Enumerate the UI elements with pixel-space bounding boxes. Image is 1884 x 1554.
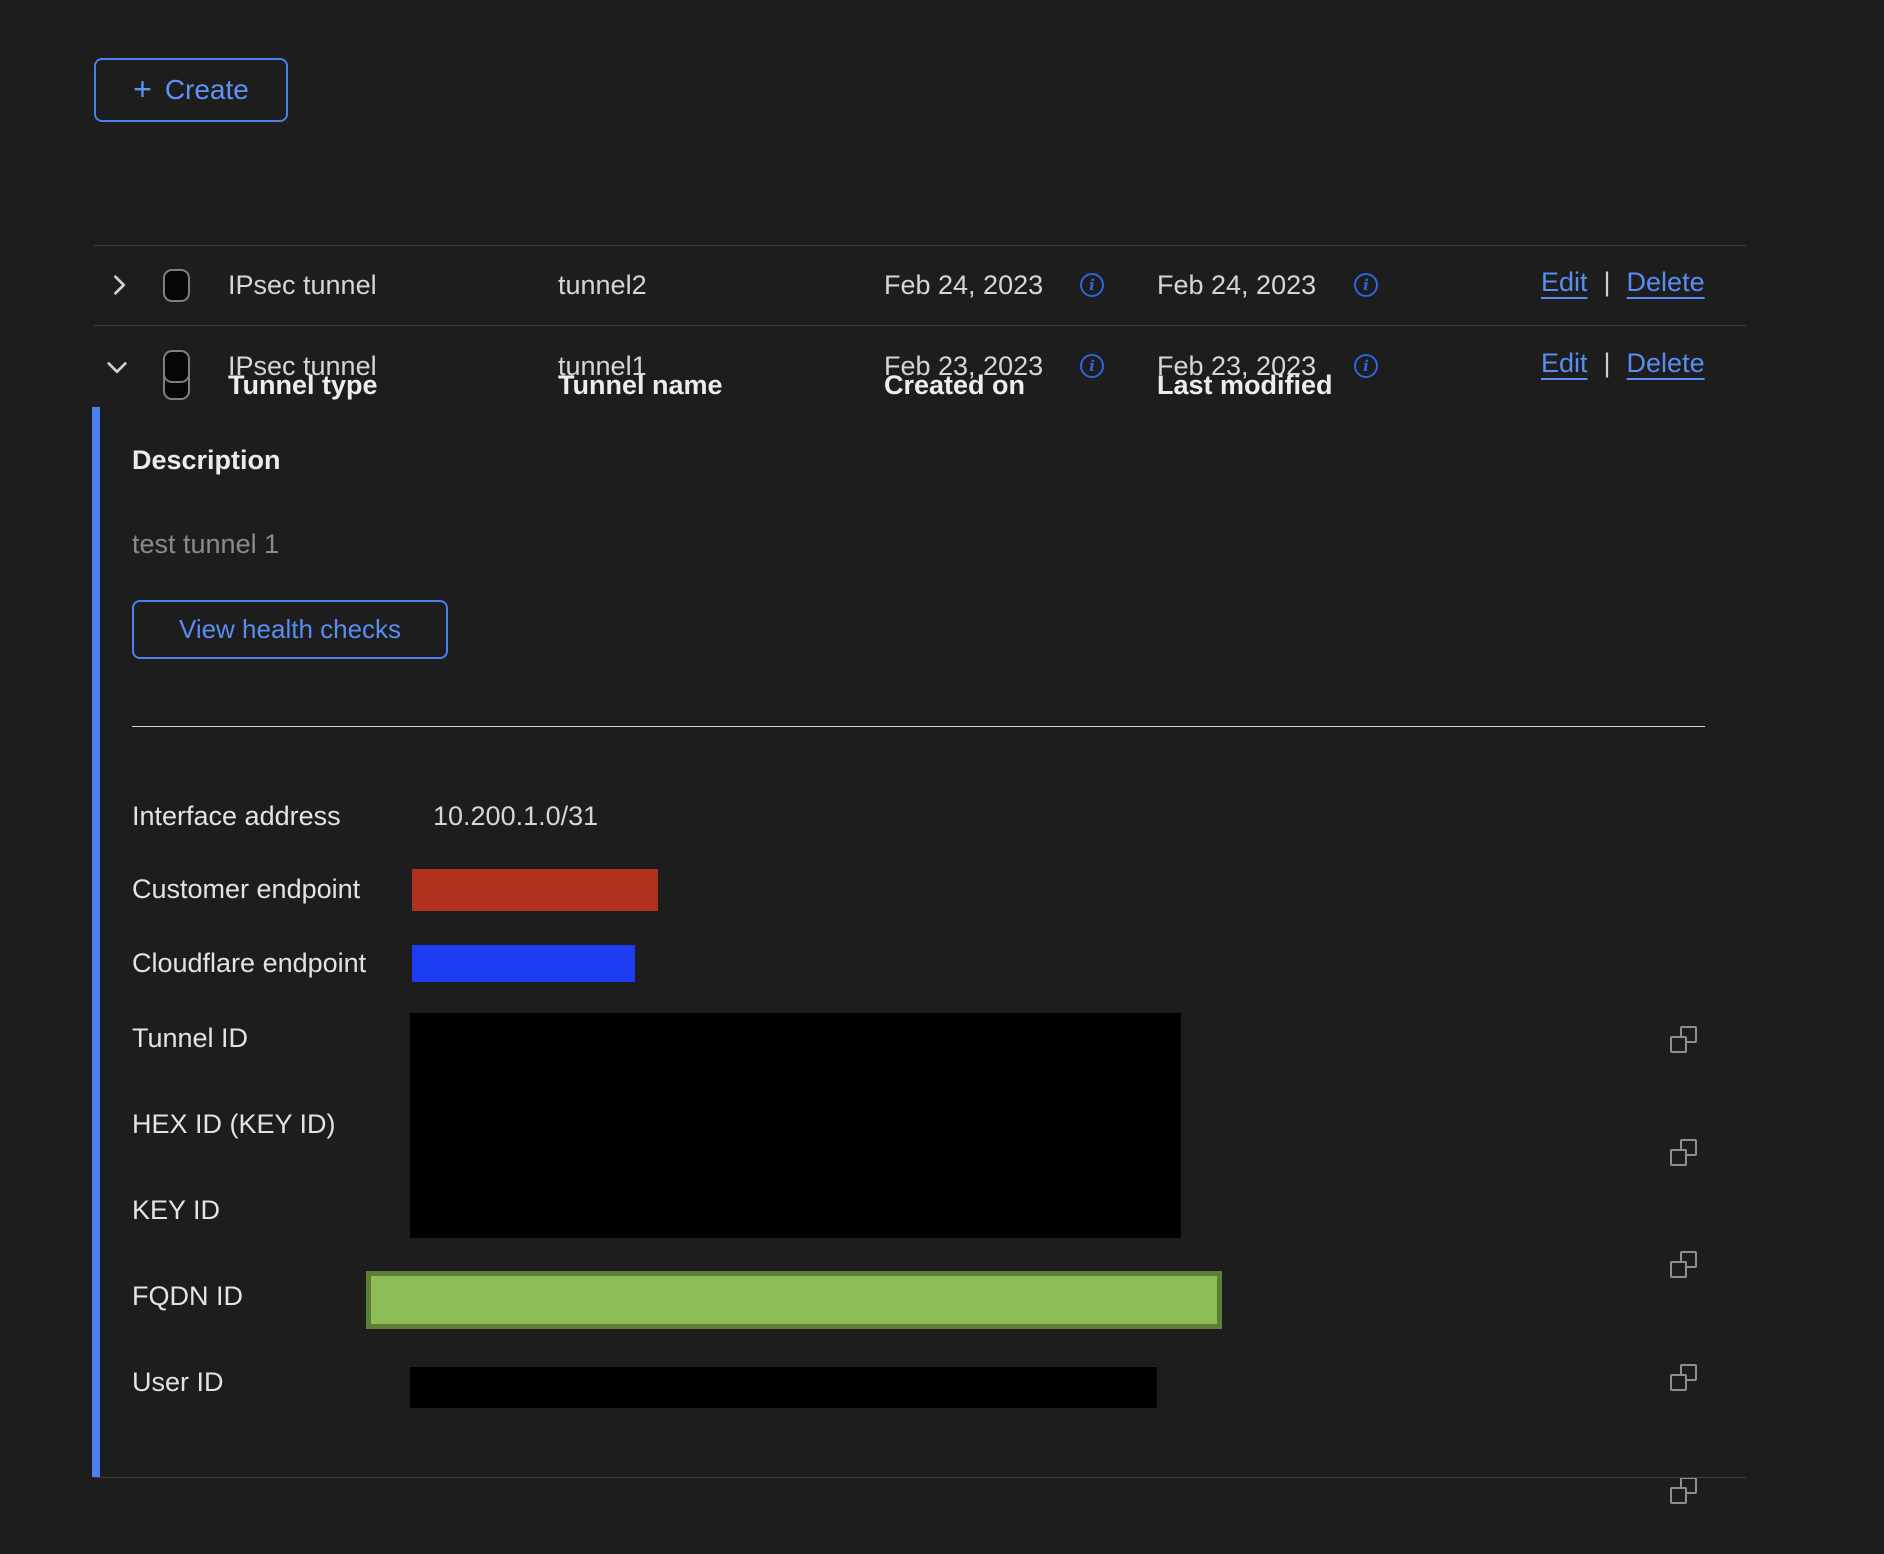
user-id-label: User ID	[132, 1365, 224, 1399]
created-on-info-icon[interactable]: i	[1080, 354, 1104, 378]
plus-icon: +	[133, 73, 152, 105]
row-actions: Edit | Delete	[1541, 267, 1705, 298]
last-modified-info-icon[interactable]: i	[1354, 354, 1378, 378]
last-modified-info-icon[interactable]: i	[1354, 273, 1378, 297]
create-button-label: Create	[165, 74, 249, 106]
fqdn-id-label: FQDN ID	[132, 1279, 243, 1313]
table-row-tunnel2: IPsec tunnel tunnel2 Feb 24, 2023 i Feb …	[0, 245, 1884, 325]
edit-link[interactable]: Edit	[1541, 267, 1588, 298]
view-health-checks-button[interactable]: View health checks	[132, 600, 448, 659]
last-modified-cell: Feb 24, 2023	[1157, 267, 1316, 303]
row-checkbox[interactable]	[163, 350, 190, 383]
interface-address-value: 10.200.1.0/31	[433, 799, 598, 833]
expanded-row-indicator	[92, 407, 100, 1477]
interface-address-label: Interface address	[132, 799, 341, 833]
copy-tunnel-id-icon[interactable]	[1670, 1026, 1697, 1053]
panel-divider	[132, 726, 1705, 727]
tunnel-name-cell: tunnel2	[558, 267, 647, 303]
copy-user-id-icon[interactable]	[1670, 1477, 1697, 1504]
description-value: test tunnel 1	[132, 527, 279, 561]
tunnels-page: { "colors": { "background": "#1d1d1e", "…	[0, 0, 1884, 1554]
cloudflare-endpoint-redacted-value	[412, 945, 635, 982]
tunnel-id-label: Tunnel ID	[132, 1021, 248, 1055]
table-row-tunnel1: IPsec tunnel tunnel1 Feb 23, 2023 i Feb …	[0, 325, 1884, 407]
expand-chevron-right-icon[interactable]	[106, 272, 132, 298]
created-on-info-icon[interactable]: i	[1080, 273, 1104, 297]
table-header: Tunnel type Tunnel name Created on Last …	[0, 175, 1884, 245]
tunnel-type-cell: IPsec tunnel	[228, 348, 377, 384]
row-checkbox[interactable]	[163, 269, 190, 302]
delete-link[interactable]: Delete	[1627, 267, 1705, 298]
fqdn-id-redacted-value	[366, 1271, 1222, 1329]
description-label: Description	[132, 443, 281, 477]
copy-hex-id-icon[interactable]	[1670, 1139, 1697, 1166]
tunnel-name-cell: tunnel1	[558, 348, 647, 384]
edit-link[interactable]: Edit	[1541, 348, 1588, 379]
create-button[interactable]: + Create	[94, 58, 288, 122]
action-separator: |	[1604, 348, 1611, 379]
created-on-cell: Feb 23, 2023	[884, 348, 1043, 384]
cloudflare-endpoint-label: Cloudflare endpoint	[132, 946, 366, 980]
customer-endpoint-label: Customer endpoint	[132, 872, 360, 906]
customer-endpoint-redacted-value	[412, 869, 658, 911]
copy-fqdn-id-icon[interactable]	[1670, 1364, 1697, 1391]
action-separator: |	[1604, 267, 1611, 298]
collapse-chevron-down-icon[interactable]	[104, 354, 130, 380]
hex-id-label: HEX ID (KEY ID)	[132, 1107, 336, 1141]
last-modified-cell: Feb 23, 2023	[1157, 348, 1316, 384]
row-actions: Edit | Delete	[1541, 348, 1705, 379]
copy-key-id-icon[interactable]	[1670, 1251, 1697, 1278]
tunnel-type-cell: IPsec tunnel	[228, 267, 377, 303]
expanded-row-bottom-divider	[94, 1477, 1746, 1478]
user-id-redacted-value	[410, 1367, 1157, 1408]
delete-link[interactable]: Delete	[1627, 348, 1705, 379]
key-id-label: KEY ID	[132, 1193, 220, 1227]
created-on-cell: Feb 24, 2023	[884, 267, 1043, 303]
tunnel-hex-key-id-redacted-values	[410, 1013, 1181, 1238]
